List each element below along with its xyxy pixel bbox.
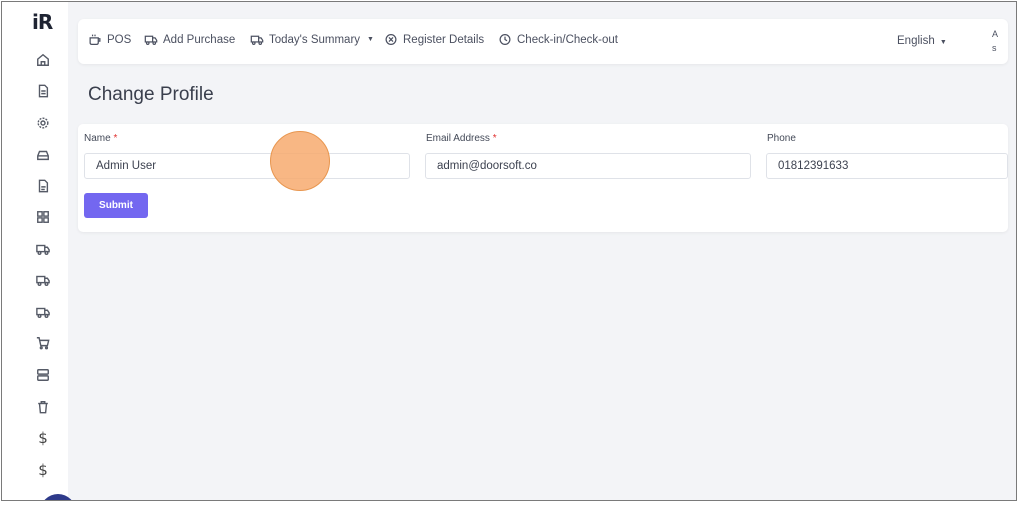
nav-pos[interactable]: POS	[88, 33, 131, 46]
nav-pos-label: POS	[107, 33, 132, 46]
phone-field[interactable]	[766, 153, 1008, 179]
name-label: Name *	[84, 133, 117, 144]
home-icon[interactable]	[34, 51, 52, 69]
page-title: Change Profile	[88, 84, 214, 105]
close-circle-icon	[385, 34, 397, 45]
truck-icon	[250, 35, 264, 45]
trash-icon[interactable]	[34, 398, 52, 416]
nav-register-details[interactable]: Register Details	[384, 33, 484, 46]
user-menu-line1: A	[992, 29, 999, 39]
settings-icon[interactable]	[34, 114, 52, 132]
server-icon[interactable]	[34, 366, 52, 384]
app-window: iR $ $ POS Add Purchase Today's Summary …	[1, 1, 1017, 501]
phone-label-text: Phone	[767, 133, 796, 144]
nav-todays-summary-label: Today's Summary	[269, 33, 361, 46]
nav-check-in-out[interactable]: Check-in/Check-out	[498, 33, 618, 46]
truck-icon[interactable]	[34, 303, 52, 321]
truck-icon[interactable]	[34, 271, 52, 289]
truck-icon[interactable]	[34, 240, 52, 258]
chat-bubble[interactable]	[40, 494, 76, 500]
top-navbar: POS Add Purchase Today's Summary ▼ Regis…	[78, 19, 1008, 64]
email-label-text: Email Address	[426, 133, 490, 144]
click-indicator	[270, 131, 330, 191]
nav-add-purchase[interactable]: Add Purchase	[144, 33, 235, 46]
chevron-down-icon: ▼	[939, 39, 947, 46]
clock-icon	[499, 34, 511, 45]
required-mark: *	[492, 133, 497, 144]
email-label: Email Address *	[426, 133, 497, 144]
coffee-icon	[89, 34, 101, 45]
dollar-icon[interactable]: $	[34, 461, 52, 479]
submit-button[interactable]: Submit	[84, 193, 148, 218]
chevron-down-icon: ▼	[367, 36, 374, 43]
document-icon[interactable]	[34, 82, 52, 100]
language-selector[interactable]: English ▼	[897, 35, 947, 47]
user-menu[interactable]: A s	[992, 27, 998, 55]
user-menu-line2: s	[992, 43, 997, 53]
profile-form: Name * Email Address * Phone Submit	[78, 124, 1008, 232]
nav-todays-summary[interactable]: Today's Summary ▼	[250, 33, 374, 46]
cart-icon[interactable]	[34, 334, 52, 352]
phone-label: Phone	[767, 133, 796, 144]
email-field[interactable]	[425, 153, 751, 179]
dollar-icon[interactable]: $	[34, 429, 52, 447]
drive-icon[interactable]	[34, 146, 52, 164]
language-label: English	[897, 35, 935, 47]
app-logo: iR	[32, 10, 53, 34]
nav-register-details-label: Register Details	[403, 33, 485, 46]
file-icon[interactable]	[34, 177, 52, 195]
required-mark: *	[113, 133, 118, 144]
name-label-text: Name	[84, 133, 111, 144]
nav-add-purchase-label: Add Purchase	[163, 33, 236, 46]
grid-icon[interactable]	[34, 208, 52, 226]
nav-check-in-out-label: Check-in/Check-out	[517, 33, 618, 46]
sidebar: iR $ $	[2, 2, 76, 500]
truck-icon	[144, 35, 158, 45]
name-field[interactable]	[84, 153, 410, 179]
